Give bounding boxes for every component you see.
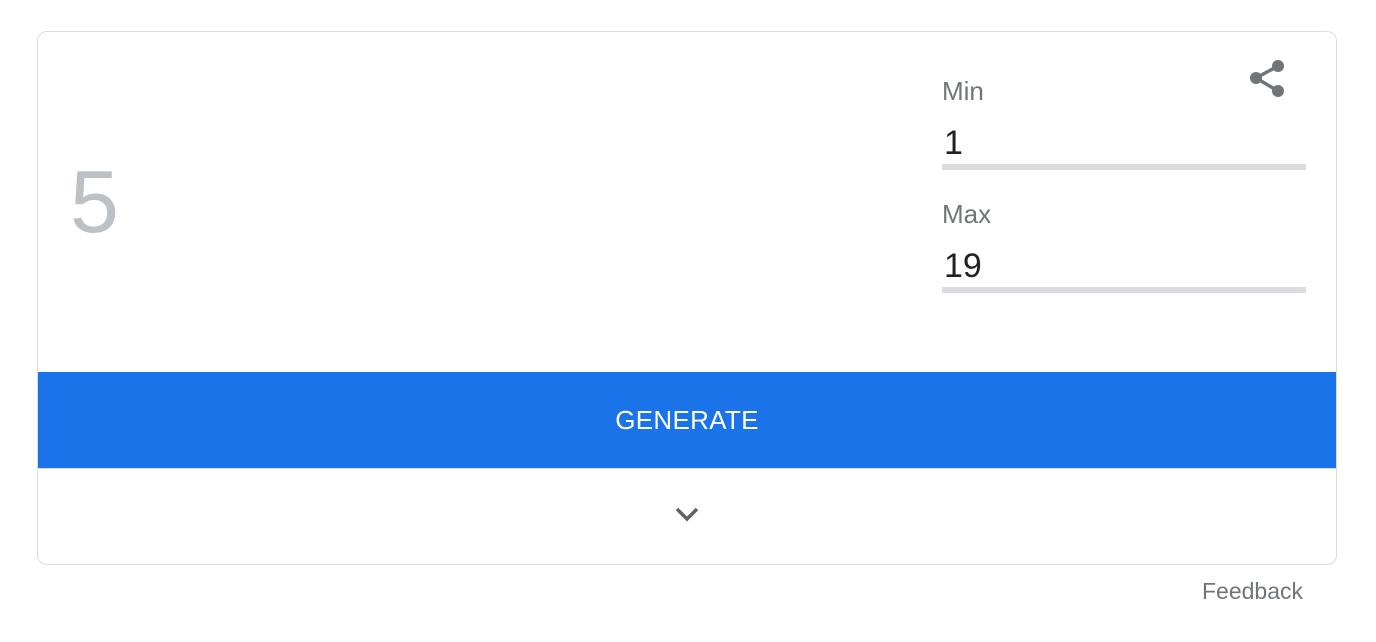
min-input[interactable]: [942, 122, 1306, 170]
card-top-section: 5 Min Max: [38, 32, 1336, 372]
max-input[interactable]: [942, 245, 1306, 293]
feedback-link[interactable]: Feedback: [1202, 578, 1303, 605]
max-label: Max: [942, 199, 992, 229]
chevron-down-icon: [675, 507, 699, 522]
expand-button[interactable]: [38, 468, 1336, 564]
random-number-card: 5 Min Max GENERATE: [37, 31, 1337, 565]
min-label: Min: [942, 76, 984, 106]
generated-number: 5: [70, 152, 119, 251]
generate-button[interactable]: GENERATE: [38, 372, 1336, 468]
range-fields: Min Max: [942, 76, 1306, 293]
